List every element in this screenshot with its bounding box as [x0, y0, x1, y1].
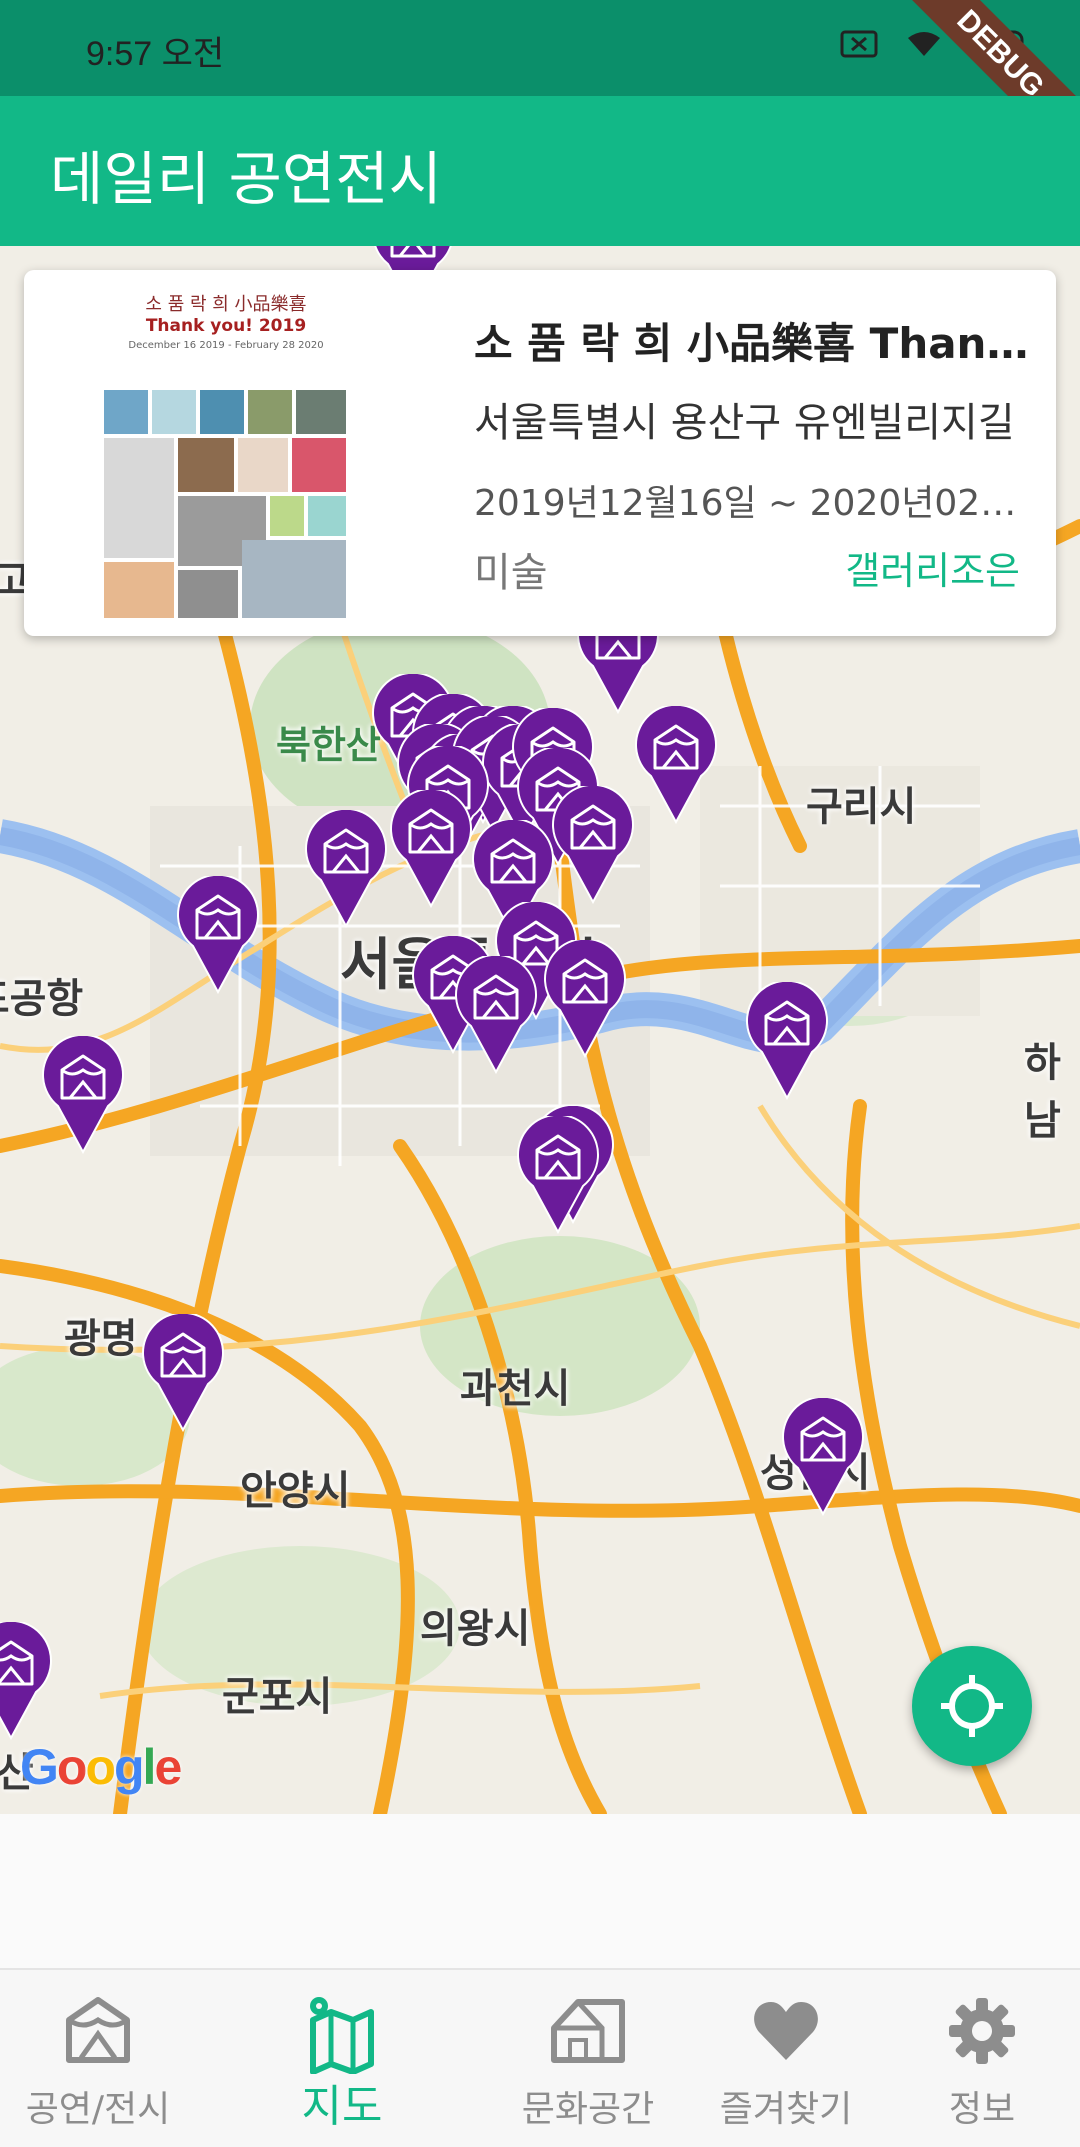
venue-marker[interactable] — [780, 1398, 866, 1516]
venue-marker[interactable] — [633, 706, 719, 824]
event-title: 소 품 락 희 小品樂喜 Thank you! 2019 — [474, 319, 1034, 368]
event-poster: 소 품 락 희 小品樂喜 Thank you! 2019 December 16… — [92, 282, 360, 622]
event-venue[interactable]: 갤러리조은 — [845, 540, 1020, 595]
nav-label: 공연/전시 — [25, 2089, 171, 2130]
venue-marker[interactable] — [388, 790, 474, 908]
nav-label: 문화공간 — [521, 2089, 655, 2130]
page-title: 데일리 공연전시 — [50, 145, 442, 213]
nav-label: 정보 — [948, 2089, 1016, 2130]
poster-artwork — [104, 390, 346, 618]
label-gunpo: 군포시 — [222, 1674, 333, 1720]
label-guri: 구리시 — [806, 784, 917, 830]
app-bar: 데일리 공연전시 — [0, 96, 1080, 246]
poster-title: 소 품 락 희 小品樂喜 — [145, 294, 307, 315]
venue-marker[interactable] — [0, 1622, 54, 1740]
venue-marker[interactable] — [515, 1116, 601, 1234]
wifi-icon — [908, 32, 940, 56]
label-gwangmyeong: 광명 — [64, 1316, 138, 1362]
nav-item-favorites[interactable]: 즐겨찾기 — [688, 1970, 884, 2147]
nav-item-map[interactable]: 지도 — [196, 1970, 488, 2147]
bottom-nav: 공연/전시 지도 문화공간 즐겨찾기 정보 — [0, 1968, 1080, 2147]
nav-label: 지도 — [301, 2081, 383, 2132]
venue-marker[interactable] — [40, 1036, 126, 1154]
heart-icon — [754, 2002, 818, 2060]
gear-icon — [949, 1998, 1015, 2064]
no-sim-icon — [840, 30, 878, 58]
my-location-button[interactable] — [912, 1646, 1032, 1766]
venue-marker[interactable] — [453, 956, 539, 1074]
label-gwacheon: 과천시 — [460, 1366, 571, 1412]
label-airport: 김포공항 — [0, 976, 84, 1022]
venue-marker[interactable] — [550, 786, 636, 904]
poster-dates: December 16 2019 - February 28 2020 — [128, 340, 324, 351]
status-time: 9:57 오전 — [86, 35, 225, 73]
venue-marker[interactable] — [542, 940, 628, 1058]
venue-marker[interactable] — [303, 810, 389, 928]
event-dates: 2019년12월16일 ~ 2020년02월28일 — [474, 483, 1034, 524]
venue-marker[interactable] — [744, 982, 830, 1100]
crosshair-icon — [941, 1675, 1003, 1737]
venue-marker[interactable] — [175, 876, 261, 994]
event-category: 미술 — [474, 550, 548, 596]
nav-item-info[interactable]: 정보 — [884, 1970, 1080, 2147]
label-uiwang: 의왕시 — [420, 1606, 531, 1652]
label-anyang: 안양시 — [240, 1468, 351, 1514]
event-info-card[interactable]: 소 품 락 희 小品樂喜 Thank you! 2019 December 16… — [24, 270, 1056, 636]
label-hanam: 하남 — [1024, 1040, 1061, 1144]
nav-item-cultural-spaces[interactable]: 문화공간 — [488, 1970, 688, 2147]
house-icon — [551, 1999, 625, 2063]
venue-marker[interactable] — [140, 1314, 226, 1432]
tent-icon — [66, 1997, 130, 2063]
nav-label: 즐겨찾기 — [719, 2089, 853, 2130]
nav-item-performances[interactable]: 공연/전시 — [0, 1970, 196, 2147]
google-logo: Google — [20, 1739, 182, 1795]
status-bar: 9:57 오전 DEBUG — [0, 0, 1080, 178]
label-bukhansan: 북한산 — [276, 723, 381, 767]
map-icon — [310, 1997, 374, 2074]
poster-subtitle: Thank you! 2019 — [145, 316, 307, 336]
event-address: 서울특별시 용산구 유엔빌리지길 — [474, 400, 1015, 446]
